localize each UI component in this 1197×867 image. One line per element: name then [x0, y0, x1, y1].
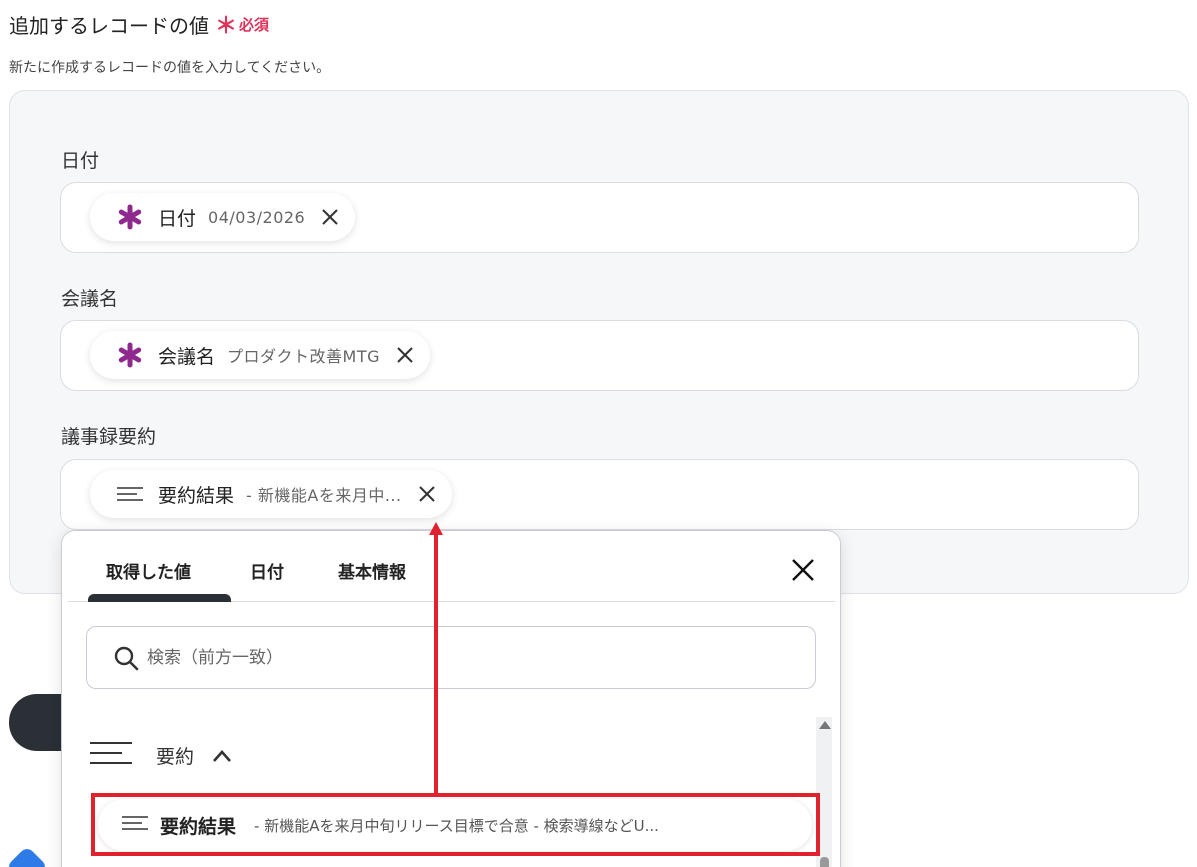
chip-value: プロダクト改善MTG — [227, 347, 380, 366]
required-badge: ＊ 必須 — [215, 13, 270, 39]
remove-chip-icon[interactable] — [394, 344, 416, 366]
background-dark-button[interactable] — [9, 694, 69, 751]
remove-chip-icon[interactable] — [416, 483, 438, 505]
text-lines-icon — [122, 815, 148, 835]
item-name: 要約結果 — [160, 815, 237, 838]
text-lines-icon — [116, 480, 144, 508]
scrollbar-track[interactable] — [816, 717, 832, 867]
asterisk-icon — [116, 203, 144, 231]
search-input[interactable] — [147, 647, 747, 668]
dropdown-tabs: 取得した値 日付 基本情報 — [68, 531, 835, 602]
text-lines-icon — [90, 741, 132, 769]
field-input-minutes-summary[interactable]: 要約結果 - 新機能Aを来月中... — [60, 459, 1139, 530]
field-label-date: 日付 — [61, 150, 100, 172]
app-logo-icon — [5, 845, 49, 867]
annotation-arrow-head — [429, 522, 443, 535]
asterisk-icon — [116, 341, 144, 369]
value-picker-dropdown: 取得した値 日付 基本情報 要約 要約結果 - 新機能Aを来月中旬リリース目標で… — [61, 530, 841, 867]
value-chip-meeting-name[interactable]: 会議名 プロダクト改善MTG — [90, 331, 430, 379]
chevron-up-icon — [212, 748, 232, 762]
field-input-date[interactable]: 日付 04/03/2026 — [60, 182, 1139, 253]
chip-value: - 新機能Aを来月中... — [246, 486, 402, 505]
close-icon[interactable] — [789, 556, 817, 584]
search-icon — [113, 645, 139, 671]
scrollbar-thumb[interactable] — [820, 857, 829, 867]
remove-chip-icon[interactable] — [319, 206, 341, 228]
tab-retrieved-values[interactable]: 取得した値 — [106, 558, 191, 583]
active-tab-indicator — [88, 594, 231, 602]
chip-name: 日付 — [158, 207, 197, 230]
required-asterisk: ＊ — [215, 13, 238, 39]
item-value: - 新機能Aを来月中旬リリース目標で合意 - 検索導線などU... — [254, 816, 659, 835]
field-input-meeting-name[interactable]: 会議名 プロダクト改善MTG — [60, 320, 1139, 391]
group-label: 要約 — [156, 745, 195, 768]
section-description: 新たに作成するレコードの値を入力してください。 — [9, 60, 331, 76]
chip-name: 会議名 — [158, 345, 216, 368]
value-chip-summary[interactable]: 要約結果 - 新機能Aを来月中... — [90, 470, 452, 518]
value-chip-date[interactable]: 日付 04/03/2026 — [90, 193, 356, 241]
tab-basic-info[interactable]: 基本情報 — [338, 558, 406, 583]
chip-value: 04/03/2026 — [208, 207, 306, 227]
field-label-meeting-name: 会議名 — [61, 288, 119, 310]
field-label-minutes-summary: 議事録要約 — [61, 426, 157, 448]
section-title: 追加するレコードの値 ＊ 必須 — [9, 10, 269, 39]
required-label: 必須 — [239, 16, 270, 34]
tab-date[interactable]: 日付 — [250, 558, 284, 583]
scroll-up-arrow-icon[interactable] — [819, 721, 831, 729]
chip-name: 要約結果 — [158, 484, 235, 507]
search-field[interactable] — [86, 626, 816, 689]
annotation-arrow-line — [434, 534, 438, 793]
list-item-summary-result[interactable]: 要約結果 - 新機能Aを来月中旬リリース目標で合意 - 検索導線などU... — [98, 799, 812, 851]
group-summary-toggle[interactable]: 要約 — [90, 735, 232, 775]
section-title-text: 追加するレコードの値 — [9, 14, 209, 38]
